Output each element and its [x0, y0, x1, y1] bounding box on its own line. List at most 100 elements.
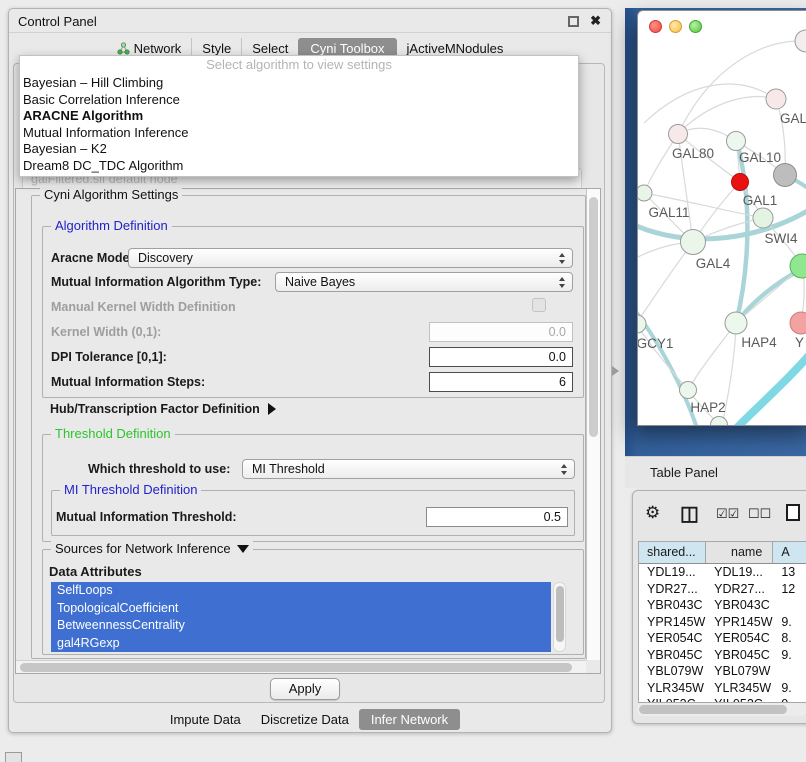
- mi-type-combo[interactable]: Naive Bayes: [275, 272, 573, 292]
- network-node-gal7[interactable]: [766, 89, 786, 109]
- table-row[interactable]: YBR043CYBR043C: [639, 597, 806, 614]
- network-node-gal11[interactable]: [638, 185, 652, 201]
- algorithm-item[interactable]: Bayesian – Hill Climbing: [20, 75, 578, 92]
- which-threshold-combo[interactable]: MI Threshold: [242, 459, 575, 479]
- hub-definition-label: Hub/Transcription Factor Definition: [50, 402, 260, 416]
- network-node-gal80[interactable]: [669, 125, 688, 144]
- algorithm-item[interactable]: ARACNE Algorithm: [20, 108, 578, 125]
- table-cell: YLR345W: [706, 680, 773, 697]
- hub-definition-toggle[interactable]: Hub/Transcription Factor Definition: [50, 402, 276, 416]
- table-row[interactable]: YBL079WYBL079W: [639, 663, 806, 680]
- network-node-label: SWI4: [764, 231, 797, 246]
- tab-impute-data[interactable]: Impute Data: [160, 709, 251, 730]
- table-row[interactable]: YDR27...YDR27...12: [639, 581, 806, 598]
- network-node-y[interactable]: [790, 312, 806, 334]
- dock-panel-icon[interactable]: [5, 752, 22, 762]
- table-row[interactable]: YBR045CYBR045C9.: [639, 647, 806, 664]
- aracne-mode-combo[interactable]: Discovery: [128, 248, 573, 268]
- network-node[interactable]: [795, 30, 806, 52]
- algorithm-item[interactable]: Dream8 DC_TDC Algorithm: [20, 158, 578, 175]
- tab-label: Network: [134, 41, 182, 56]
- network-graph[interactable]: GAL7GAL80GAL10GAL1GAL11SWI4GAL4GCY1HAP4Y…: [638, 11, 806, 426]
- table-column-header[interactable]: A: [773, 542, 806, 563]
- table-cell: YPR145W: [706, 614, 773, 631]
- network-node-gal4[interactable]: [681, 230, 706, 255]
- table-cell: 9.: [773, 680, 806, 697]
- algorithm-item[interactable]: Basic Correlation Inference: [20, 92, 578, 109]
- settings-horizontal-scrollbar[interactable]: [16, 660, 586, 673]
- mi-steps-input[interactable]: [429, 372, 573, 392]
- which-threshold-label: Which threshold to use:: [88, 462, 230, 476]
- table-cell: YBL079W: [706, 663, 773, 680]
- network-node-gal10[interactable]: [727, 132, 746, 151]
- table-row[interactable]: YER054CYER054C8.: [639, 630, 806, 647]
- network-icon: [117, 42, 130, 55]
- attribute-item[interactable]: BetweennessCentrality: [51, 617, 551, 635]
- kernel-width-input[interactable]: [429, 322, 573, 342]
- tab-discretize-data[interactable]: Discretize Data: [251, 709, 359, 730]
- algorithm-item[interactable]: Bayesian – K2: [20, 141, 578, 158]
- close-icon[interactable]: ✖: [590, 13, 601, 29]
- dpi-tolerance-input[interactable]: [429, 347, 573, 367]
- table-column-header[interactable]: name: [706, 542, 773, 563]
- columns-icon[interactable]: ◫: [680, 501, 699, 526]
- network-node-swi4[interactable]: [753, 208, 773, 228]
- checked-pair-icon[interactable]: ☑☑: [716, 506, 739, 522]
- table-cell: YIL052C: [706, 696, 773, 703]
- network-view-window[interactable]: GAL7GAL80GAL10GAL1GAL11SWI4GAL4GCY1HAP4Y…: [637, 10, 806, 426]
- table-row[interactable]: YDL19...YDL19...13: [639, 564, 806, 581]
- gear-icon[interactable]: ⚙: [645, 503, 660, 523]
- attributes-scrollbar[interactable]: [553, 582, 566, 652]
- table-cell: YER054C: [706, 630, 773, 647]
- float-window-icon[interactable]: [568, 16, 579, 27]
- mi-threshold-input[interactable]: [426, 507, 568, 527]
- network-edge[interactable]: [638, 299, 698, 426]
- unchecked-pair-icon[interactable]: ☐☐: [748, 506, 771, 522]
- table-cell: [773, 663, 806, 680]
- table-row[interactable]: YLR345WYLR345W9.: [639, 680, 806, 697]
- tab-infer-network[interactable]: Infer Network: [359, 709, 460, 730]
- algorithm-popup: Select algorithm to view settings Bayesi…: [19, 55, 579, 177]
- network-edge[interactable]: [688, 323, 736, 390]
- network-edge[interactable]: [644, 84, 776, 123]
- attribute-item[interactable]: TopologicalCoefficient: [51, 600, 551, 618]
- network-node-gal1[interactable]: [732, 174, 749, 191]
- table-toolbar: ⚙ ◫ ☑☑ ☐☐: [633, 499, 806, 533]
- panel-divider-arrow[interactable]: [612, 366, 619, 376]
- control-panel-titlebar: Control Panel ✖: [9, 9, 611, 33]
- document-icon[interactable]: [786, 504, 800, 521]
- control-panel-title: Control Panel: [18, 14, 97, 29]
- table-column-header[interactable]: shared...: [639, 542, 706, 563]
- table-horizontal-scrollbar[interactable]: [637, 703, 806, 716]
- apply-button[interactable]: Apply: [270, 678, 340, 700]
- network-edge[interactable]: [644, 134, 678, 193]
- table-cell: YDR27...: [706, 581, 773, 598]
- table-row[interactable]: YPR145WYPR145W9.: [639, 614, 806, 631]
- attribute-item[interactable]: gal4RGexp: [51, 635, 551, 653]
- network-node-label: Y: [795, 335, 804, 350]
- table-window: ⚙ ◫ ☑☑ ☐☐ shared...nameA YDL19...YDL19...13…: [632, 490, 806, 724]
- settings-vertical-scrollbar[interactable]: [586, 189, 600, 660]
- network-node-hap2[interactable]: [680, 382, 697, 399]
- sources-legend[interactable]: Sources for Network Inference: [51, 541, 253, 556]
- network-node[interactable]: [774, 164, 797, 187]
- data-attributes-list[interactable]: SelfLoopsTopologicalCoefficientBetweenne…: [51, 582, 551, 652]
- network-node-gcy1[interactable]: [638, 315, 646, 333]
- bottom-tabbar: Impute Data Discretize Data Infer Network: [9, 708, 611, 731]
- algorithm-popup-placeholder: Select algorithm to view settings: [20, 56, 578, 75]
- table-header-row: shared...nameA: [639, 542, 806, 564]
- tab-label: Discretize Data: [261, 712, 349, 727]
- table-row[interactable]: YIL052CYIL052C9.: [639, 696, 806, 703]
- attribute-item[interactable]: SelfLoops: [51, 582, 551, 600]
- network-node-label: GAL1: [743, 193, 778, 208]
- control-panel-window: Control Panel ✖ NetworkStyleSelectCyni T…: [8, 8, 612, 733]
- network-node-hap4[interactable]: [725, 312, 747, 334]
- network-node-label: GAL7: [780, 111, 806, 126]
- manual-kernel-checkbox[interactable]: [532, 298, 546, 312]
- algorithm-item[interactable]: Mutual Information Inference: [20, 125, 578, 142]
- network-edge[interactable]: [638, 242, 693, 324]
- tab-label: Style: [202, 41, 231, 56]
- table-cell: YBR045C: [706, 647, 773, 664]
- mi-type-value: Naive Bayes: [285, 275, 355, 289]
- network-edge[interactable]: [730, 343, 806, 426]
